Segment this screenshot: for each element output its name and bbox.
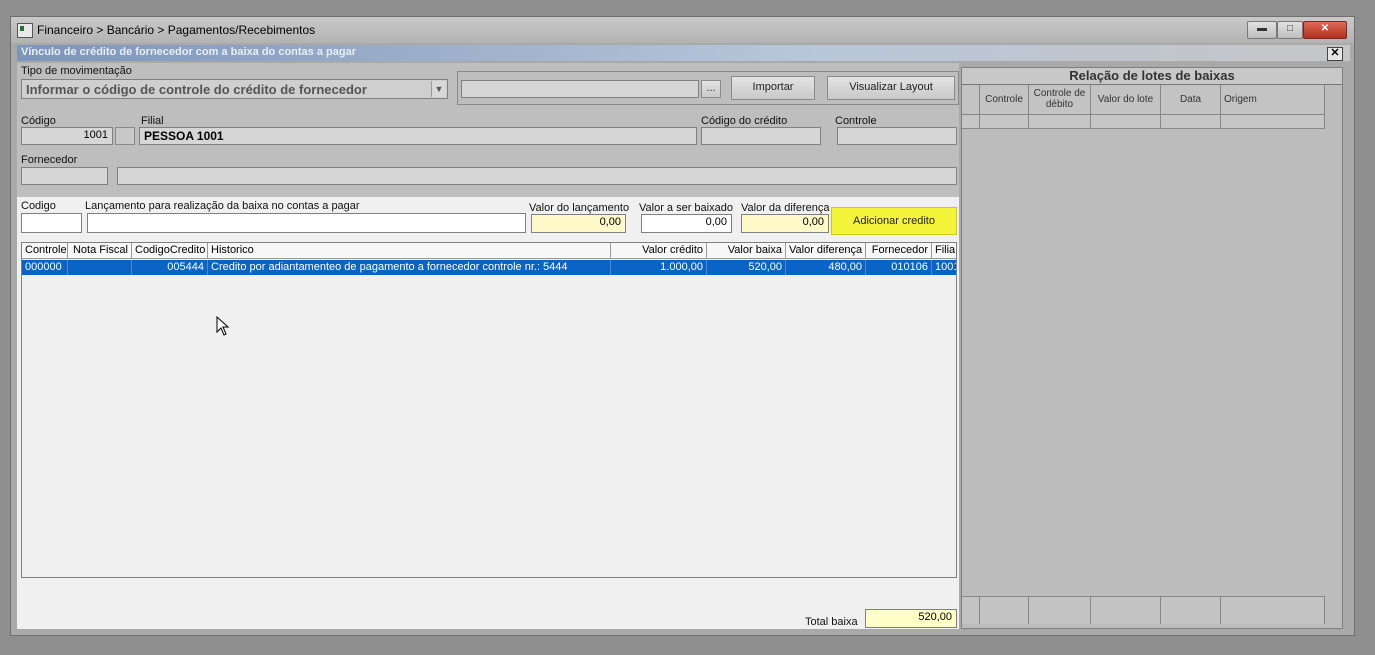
lotes-title: Relação de lotes de baixas [962,68,1342,85]
lotes-col-valor-lote[interactable]: Valor do lote [1091,85,1161,115]
valor-lancamento-label: Valor do lançamento [529,202,630,214]
valor-lancamento-field[interactable]: 0,00 [531,214,626,233]
file-path-input[interactable] [461,80,699,98]
lotes-footer-cell [980,596,1029,624]
browse-button[interactable]: ... [701,80,721,98]
cell-codigo-credito: 005444 [132,260,208,275]
chevron-down-icon[interactable]: ▼ [431,81,446,97]
lotes-cell[interactable] [1029,115,1091,129]
lotes-col-controle[interactable]: Controle [980,85,1029,115]
title-bar[interactable]: Financeiro > Bancário > Pagamentos/Receb… [11,17,1354,43]
minimize-button[interactable]: ▬ [1247,21,1277,39]
col-valor-diferenca[interactable]: Valor diferença [786,243,866,259]
lotes-footer-cell [962,596,980,624]
dialog-close-button[interactable]: ✕ [1327,47,1343,61]
dialog-title-bar: Vínculo de crédito de fornecedor com a b… [17,45,1350,61]
lotes-cell[interactable] [1091,115,1161,129]
lotes-footer-cell [1091,596,1161,624]
total-baixa-label: Total baixa [805,616,858,628]
main-window: Financeiro > Bancário > Pagamentos/Receb… [10,16,1355,636]
lotes-col-data[interactable]: Data [1161,85,1221,115]
tipo-movimentacao-select[interactable]: Informar o código de controle do crédito… [21,79,448,99]
lotes-cell[interactable] [1221,115,1325,129]
lotes-col-origem[interactable]: Origem [1221,85,1325,115]
cell-nota-fiscal [68,260,132,275]
lotes-panel: Relação de lotes de baixas Controle Cont… [961,67,1343,629]
col-nota-fiscal[interactable]: Nota Fiscal [68,243,132,259]
codigo-field[interactable]: 1001 [21,127,113,145]
maximize-button[interactable]: □ [1277,21,1303,39]
total-baixa-field: 520,00 [865,609,957,628]
lotes-indicator-header [962,85,980,115]
lancamentos-grid[interactable]: Controle Nota Fiscal CodigoCredito Histo… [21,242,957,578]
filial-label: Filial [141,115,164,127]
col-codigo-credito[interactable]: CodigoCredito [132,243,208,259]
codigo-credito-label: Código do crédito [701,115,788,127]
valor-baixado-label: Valor a ser baixado [639,202,733,214]
col-controle[interactable]: Controle [22,243,68,259]
codigo-lookup-button[interactable] [115,127,135,145]
cell-valor-baixa: 520,00 [707,260,786,275]
lotes-footer-cell [1221,596,1325,624]
controle-label: Controle [835,115,877,127]
cell-controle: 000000 [22,260,68,275]
entry-codigo-input[interactable] [21,213,82,233]
codigo-label: Código [21,115,56,127]
col-filial[interactable]: Filia [932,243,956,259]
lotes-footer-cell [1029,596,1091,624]
lancamento-input[interactable] [87,213,526,233]
cell-historico: Credito por adiantamenteo de pagamento a… [208,260,611,275]
importar-button[interactable]: Importar [731,76,815,100]
close-button[interactable]: ✕ [1303,21,1347,39]
lotes-col-controle-debito[interactable]: Controle de débito [1029,85,1091,115]
lotes-cell[interactable] [980,115,1029,129]
col-fornecedor[interactable]: Fornecedor [866,243,932,259]
cell-valor-credito: 1.000,00 [611,260,707,275]
lancamento-label: Lançamento para realização da baixa no c… [85,200,360,212]
col-historico[interactable]: Historico [208,243,611,259]
mouse-cursor-icon [216,316,230,336]
cell-filial: 1001 [932,260,956,275]
valor-diferenca-field[interactable]: 0,00 [741,214,829,233]
controle-field[interactable] [837,127,957,145]
valor-diferenca-label: Valor da diferença [741,202,830,214]
fornecedor-label: Fornecedor [21,154,78,166]
lotes-row-indicator[interactable] [962,115,980,129]
adicionar-credito-button[interactable]: Adicionar credito [831,207,957,235]
fornecedor-code-field[interactable] [21,167,108,185]
visualizar-layout-button[interactable]: Visualizar Layout [827,76,955,100]
tipo-movimentacao-label: Tipo de movimentação [21,65,132,77]
cell-valor-diferenca: 480,00 [786,260,866,275]
window-title: Financeiro > Bancário > Pagamentos/Receb… [37,23,316,37]
app-icon [17,23,33,38]
tipo-movimentacao-value: Informar o código de controle do crédito… [26,82,367,97]
valor-baixado-input[interactable]: 0,00 [641,214,732,233]
fornecedor-name-field[interactable] [117,167,957,185]
codigo-credito-field[interactable] [701,127,821,145]
lotes-cell[interactable] [1161,115,1221,129]
cell-fornecedor: 010106 [866,260,932,275]
filial-field[interactable]: PESSOA 1001 [139,127,697,145]
col-valor-credito[interactable]: Valor crédito [611,243,707,259]
col-valor-baixa[interactable]: Valor baixa [707,243,786,259]
dialog-title: Vínculo de crédito de fornecedor com a b… [21,46,356,58]
lotes-footer-cell [1161,596,1221,624]
entry-codigo-label: Codigo [21,200,56,212]
